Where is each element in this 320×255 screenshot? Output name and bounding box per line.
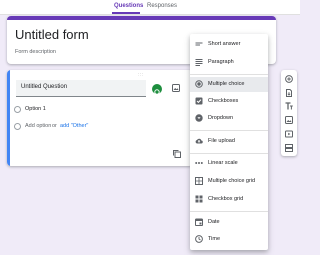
checkbox-icon <box>195 97 203 105</box>
add-image-icon[interactable] <box>172 84 180 92</box>
menu-item-checkboxes[interactable]: Checkboxes <box>190 94 268 109</box>
menu-item-label: Dropdown <box>208 115 234 121</box>
menu-item-paragraph[interactable]: Paragraph <box>190 55 268 70</box>
menu-divider <box>190 153 268 154</box>
menu-item-multiple-choice[interactable]: Multiple choice <box>190 77 268 92</box>
menu-item-label: Paragraph <box>208 59 234 65</box>
drag-handle-icon[interactable]: ::: <box>138 72 144 78</box>
tab-questions[interactable]: Questions <box>114 3 143 9</box>
grid-icon <box>195 177 203 185</box>
menu-item-linear-scale[interactable]: Linear scale <box>190 156 268 171</box>
menu-item-short-answer[interactable]: Short answer <box>190 37 268 52</box>
add-section-icon[interactable] <box>285 144 293 152</box>
option-1-label[interactable]: Option 1 <box>25 106 46 112</box>
menu-divider <box>190 211 268 212</box>
menu-item-multiple-choice-grid[interactable]: Multiple choice grid <box>190 174 268 189</box>
paragraph-icon <box>195 59 203 66</box>
assistant-icon[interactable] <box>152 84 162 95</box>
add-option-link[interactable]: Add option <box>25 123 51 129</box>
short-answer-icon <box>195 42 203 46</box>
form-title[interactable]: Untitled form <box>15 27 89 42</box>
menu-item-label: Checkboxes <box>208 98 239 104</box>
menu-item-label: Linear scale <box>208 160 238 166</box>
question-title-text: Untitled Question <box>21 84 68 90</box>
linear-scale-icon <box>195 162 203 164</box>
duplicate-icon[interactable] <box>173 150 181 158</box>
dropdown-icon <box>195 114 203 122</box>
floating-toolbar <box>281 70 297 156</box>
menu-item-date[interactable]: Date <box>190 215 268 230</box>
form-description-field[interactable]: Form description <box>15 49 56 55</box>
radio-button-icon <box>195 80 203 88</box>
menu-item-time[interactable]: Time <box>190 232 268 247</box>
add-image-icon[interactable] <box>285 116 293 124</box>
question-type-menu: Short answer Paragraph Multiple choice C… <box>190 34 268 250</box>
cloud-upload-icon <box>195 138 203 144</box>
checkbox-grid-icon <box>195 195 203 203</box>
or-text: or <box>52 123 57 129</box>
add-question-icon[interactable] <box>285 75 293 83</box>
add-video-icon[interactable] <box>285 130 293 138</box>
calendar-icon <box>195 218 203 226</box>
title-card-accent-bar <box>7 16 276 20</box>
add-option-radio <box>14 123 21 130</box>
menu-item-label: Multiple choice grid <box>208 178 256 184</box>
add-other-link[interactable]: add "Other" <box>60 123 88 129</box>
question-title-input[interactable]: Untitled Question <box>16 80 146 97</box>
menu-item-file-upload[interactable]: File upload <box>190 134 268 149</box>
option-radio <box>14 106 21 113</box>
top-tab-bar: Questions Responses <box>0 0 300 15</box>
menu-divider <box>190 130 268 131</box>
menu-item-label: Time <box>208 236 221 242</box>
menu-item-label: Date <box>208 219 220 225</box>
menu-item-label: Short answer <box>208 41 241 47</box>
menu-item-checkbox-grid[interactable]: Checkbox grid <box>190 192 268 207</box>
import-questions-icon[interactable] <box>285 89 293 97</box>
clock-icon <box>195 235 203 243</box>
menu-item-label: Checkbox grid <box>208 196 244 202</box>
menu-item-label: Multiple choice <box>208 81 245 87</box>
menu-divider <box>190 74 268 75</box>
menu-item-dropdown[interactable]: Dropdown <box>190 111 268 126</box>
menu-item-label: File upload <box>208 138 235 144</box>
active-tab-indicator <box>112 12 140 14</box>
active-question-indicator <box>7 70 10 166</box>
tab-responses[interactable]: Responses <box>147 3 177 9</box>
add-title-icon[interactable] <box>285 102 293 110</box>
